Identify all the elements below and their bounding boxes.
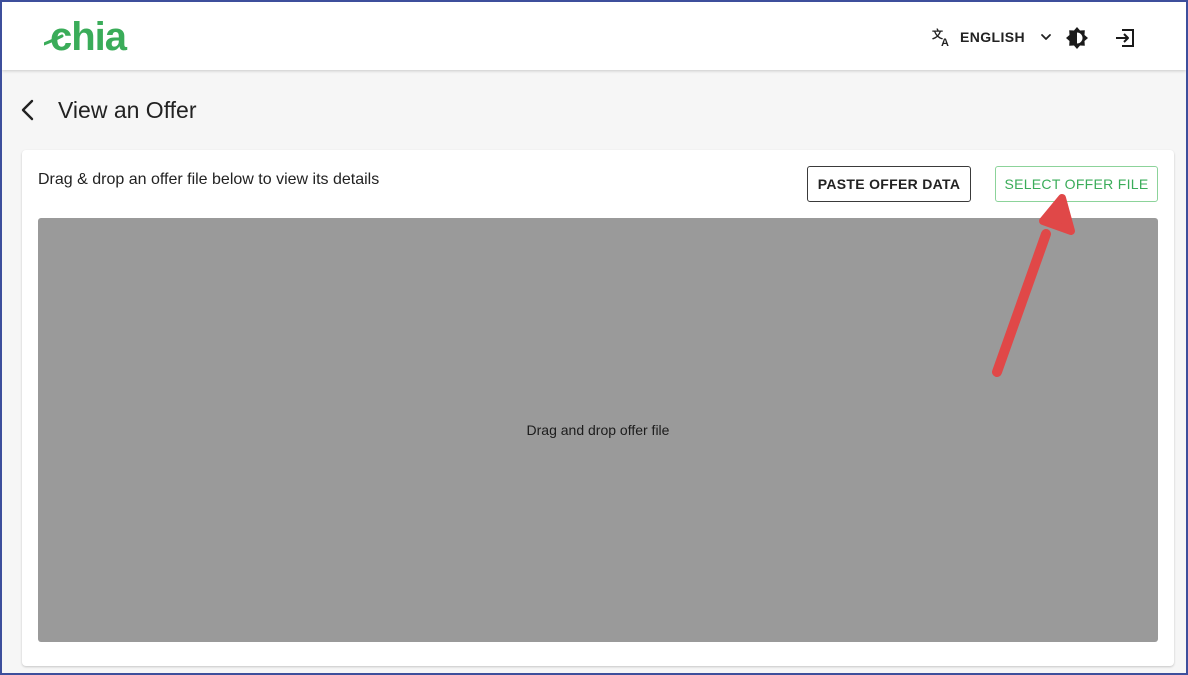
chevron-left-icon[interactable] <box>18 98 38 122</box>
chevron-down-icon <box>1039 30 1053 44</box>
logout-button[interactable] <box>1113 25 1139 51</box>
offer-dropzone[interactable]: Drag and drop offer file <box>38 218 1158 642</box>
page-header: View an Offer <box>18 94 197 126</box>
select-offer-file-button[interactable]: SELECT OFFER FILE <box>995 166 1158 202</box>
chia-logo[interactable]: chia <box>44 14 148 56</box>
brightness-icon <box>1066 27 1088 49</box>
language-label: ENGLISH <box>960 29 1026 45</box>
page-title: View an Offer <box>58 96 197 123</box>
logout-icon <box>1116 29 1134 47</box>
card-description: Drag & drop an offer file below to view … <box>38 171 380 188</box>
theme-toggle-button[interactable] <box>1064 25 1090 51</box>
offer-card: Drag & drop an offer file below to view … <box>22 150 1174 666</box>
dropzone-label: Drag and drop offer file <box>526 422 670 438</box>
translate-icon: 文 A <box>932 27 952 49</box>
svg-text:A: A <box>941 37 949 47</box>
paste-offer-data-button[interactable]: PASTE OFFER DATA <box>807 166 971 202</box>
top-bar: chia 文 A ENGLISH <box>2 2 1186 70</box>
language-selector[interactable]: 文 A ENGLISH <box>932 24 1053 50</box>
app-window: chia 文 A ENGLISH View an Offer Drag & dr… <box>0 0 1188 675</box>
